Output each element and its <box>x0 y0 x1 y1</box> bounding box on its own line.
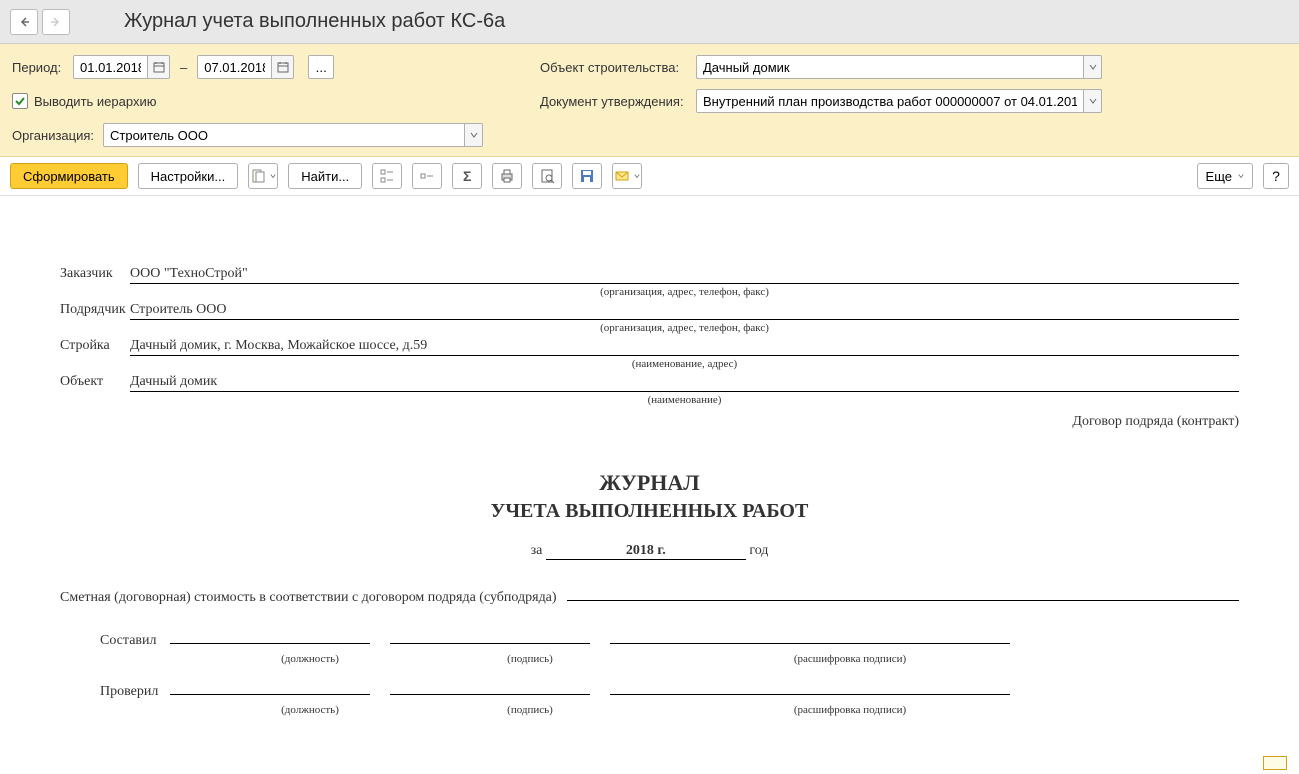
object-sublabel: (наименование) <box>60 394 1239 406</box>
chevron-down-icon <box>1089 63 1097 71</box>
expand-tree-icon <box>379 168 395 184</box>
variants-button[interactable] <box>248 163 278 189</box>
object-label: Объект <box>60 374 130 390</box>
cost-label: Сметная (договорная) стоимость в соответ… <box>60 590 557 606</box>
find-button[interactable]: Найти... <box>288 163 362 189</box>
preview-icon <box>539 168 555 184</box>
org-dropdown-button[interactable] <box>465 123 483 147</box>
nav-forward-button[interactable] <box>42 9 70 35</box>
decode-sublabel: (расшифровка подписи) <box>650 704 1050 716</box>
object-input[interactable] <box>696 55 1084 79</box>
object-value: Дачный домик <box>130 374 1239 392</box>
page-title: Журнал учета выполненных работ КС-6а <box>124 10 505 33</box>
period-label: Период: <box>12 60 67 75</box>
decode-sublabel: (расшифровка подписи) <box>650 653 1050 665</box>
sum-button[interactable]: Σ <box>452 163 482 189</box>
expand-button[interactable] <box>372 163 402 189</box>
chevron-down-icon <box>270 168 276 184</box>
arrow-left-icon <box>18 16 30 28</box>
hierarchy-checkbox[interactable] <box>12 93 28 109</box>
chevron-down-icon <box>634 168 640 184</box>
customer-value: ООО "ТехноСтрой" <box>130 266 1239 284</box>
contractor-sublabel: (организация, адрес, телефон, факс) <box>60 322 1239 334</box>
site-label: Стройка <box>60 338 130 354</box>
position-sublabel: (должность) <box>210 653 410 665</box>
check-icon <box>14 95 26 107</box>
chevron-down-icon <box>470 131 478 139</box>
date-from-picker-button[interactable] <box>148 55 170 79</box>
object-dropdown-button[interactable] <box>1084 55 1102 79</box>
org-label: Организация: <box>12 128 97 143</box>
print-button[interactable] <box>492 163 522 189</box>
compiled-sign-field <box>390 626 590 644</box>
sign-sublabel: (подпись) <box>430 704 630 716</box>
doc-subtitle: УЧЕТА ВЫПОЛНЕННЫХ РАБОТ <box>60 500 1239 523</box>
customer-label: Заказчик <box>60 266 130 282</box>
checked-sign-field <box>390 677 590 695</box>
compiled-position-field <box>170 626 370 644</box>
email-button[interactable] <box>612 163 642 189</box>
mail-icon <box>614 168 630 184</box>
year-row: за 2018 г. год <box>60 543 1239 560</box>
compiled-label: Составил <box>60 633 150 649</box>
floppy-icon <box>579 168 595 184</box>
doc-label: Документ утверждения: <box>540 94 690 109</box>
more-label: Еще <box>1206 169 1232 184</box>
date-to-input[interactable] <box>197 55 272 79</box>
sigma-icon: Σ <box>463 168 471 184</box>
contractor-label: Подрядчик <box>60 302 130 318</box>
resize-handle[interactable] <box>1263 756 1287 770</box>
chevron-down-icon <box>1238 173 1244 179</box>
date-separator: – <box>180 60 187 75</box>
report-area[interactable]: Уни Утв от 1 Заказчик ООО "ТехноСтрой" (… <box>0 196 1299 770</box>
period-options-button[interactable]: ... <box>308 55 334 79</box>
help-button[interactable]: ? <box>1263 163 1289 189</box>
date-from-input[interactable] <box>73 55 148 79</box>
doc-input[interactable] <box>696 89 1084 113</box>
chevron-down-icon <box>1089 97 1097 105</box>
org-input[interactable] <box>103 123 465 147</box>
settings-button[interactable]: Настройки... <box>138 163 239 189</box>
cost-value <box>567 600 1239 601</box>
object-label: Объект строительства: <box>540 60 690 75</box>
preview-button[interactable] <box>532 163 562 189</box>
hierarchy-label: Выводить иерархию <box>34 94 156 109</box>
customer-sublabel: (организация, адрес, телефон, факс) <box>60 286 1239 298</box>
doc-dropdown-button[interactable] <box>1084 89 1102 113</box>
collapse-tree-icon <box>419 168 435 184</box>
position-sublabel: (должность) <box>210 704 410 716</box>
contractor-value: Строитель ООО <box>130 302 1239 320</box>
arrow-right-icon <box>50 16 62 28</box>
checked-position-field <box>170 677 370 695</box>
sign-sublabel: (подпись) <box>430 653 630 665</box>
generate-button[interactable]: Сформировать <box>10 163 128 189</box>
nav-back-button[interactable] <box>10 9 38 35</box>
clipboard-icon <box>250 168 266 184</box>
date-to-picker-button[interactable] <box>272 55 294 79</box>
more-button[interactable]: Еще <box>1197 163 1253 189</box>
checked-label: Проверил <box>60 684 150 700</box>
calendar-icon <box>277 61 289 73</box>
save-button[interactable] <box>572 163 602 189</box>
calendar-icon <box>153 61 165 73</box>
printer-icon <box>499 168 515 184</box>
compiled-decode-field <box>610 626 1010 644</box>
site-value: Дачный домик, г. Москва, Можайское шоссе… <box>130 338 1239 356</box>
site-sublabel: (наименование, адрес) <box>60 358 1239 370</box>
doc-title: ЖУРНАЛ <box>60 470 1239 496</box>
collapse-button[interactable] <box>412 163 442 189</box>
checked-decode-field <box>610 677 1010 695</box>
contract-note: Договор подряда (контракт) <box>60 414 1239 430</box>
